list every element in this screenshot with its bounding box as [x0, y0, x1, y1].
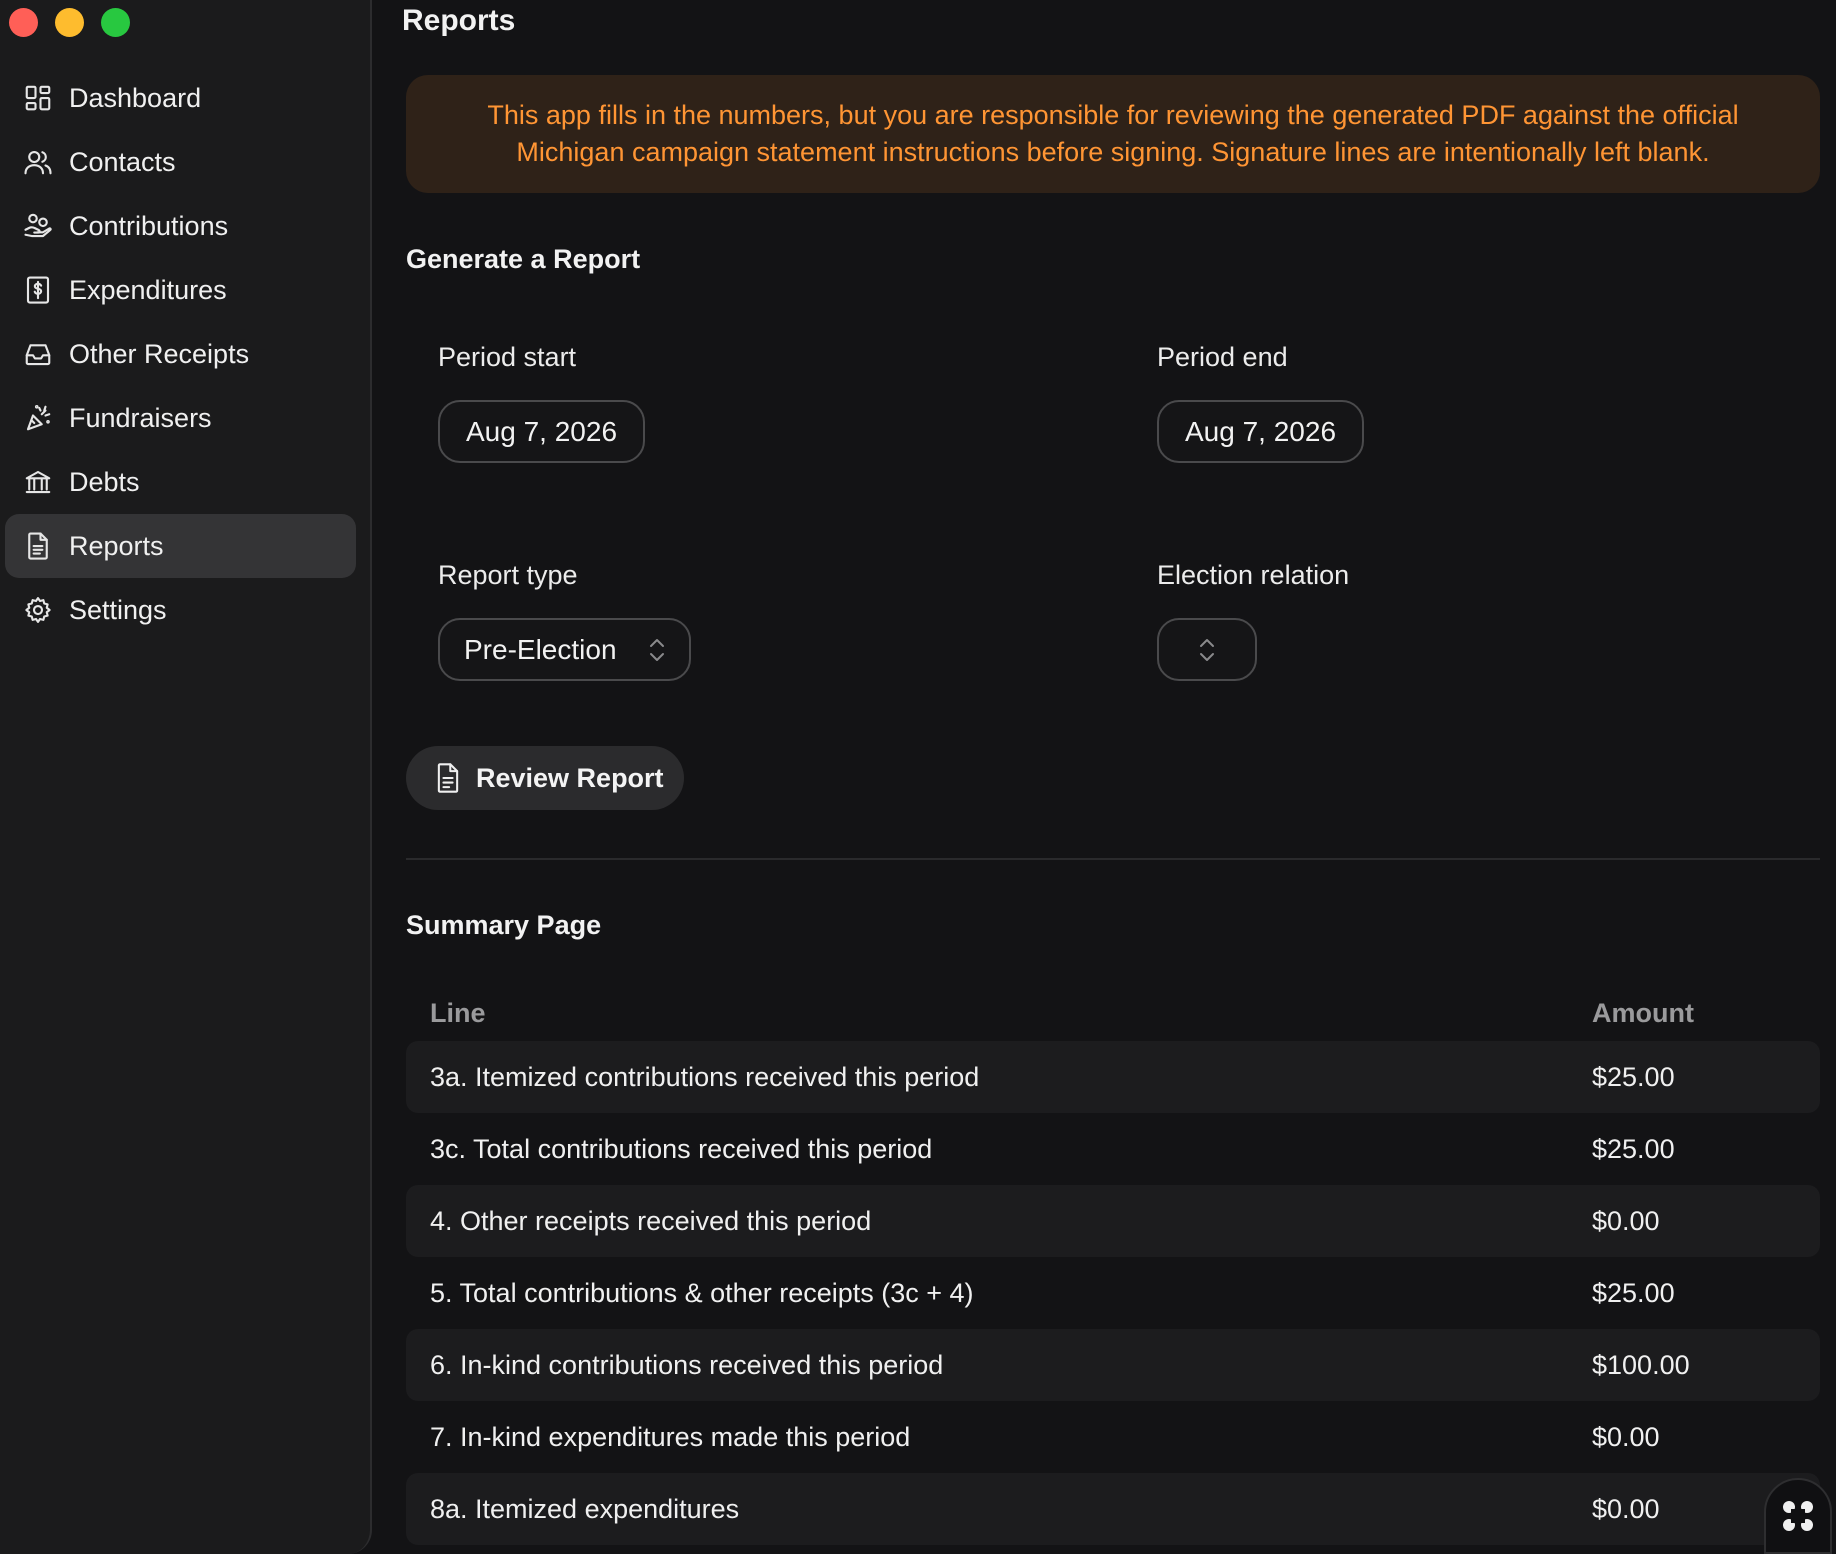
- generate-report-title: Generate a Report: [406, 244, 641, 274]
- sidebar-item-label: Contributions: [69, 210, 229, 241]
- sidebar-item-label: Debts: [69, 466, 140, 497]
- column-header-amount: Amount: [1592, 997, 1694, 1028]
- row-amount: $0.00: [1592, 1493, 1660, 1524]
- hand-coins-icon: [21, 209, 55, 243]
- sidebar-item-debts[interactable]: Debts: [5, 450, 356, 514]
- minimize-window-button[interactable]: [55, 8, 84, 37]
- table-row: 3a. Itemized contributions received this…: [406, 1041, 1820, 1113]
- row-amount: $0.00: [1592, 1421, 1660, 1452]
- election-relation-label: Election relation: [1157, 560, 1350, 590]
- row-line: 7. In-kind expenditures made this period: [430, 1421, 911, 1452]
- dashboard-grid-icon: [21, 81, 55, 115]
- sidebar-item-label: Dashboard: [69, 82, 202, 113]
- table-row: 4. Other receipts received this period $…: [406, 1185, 1820, 1257]
- period-end-label: Period end: [1157, 342, 1288, 372]
- period-start-date-picker[interactable]: Aug 7, 2026: [438, 400, 646, 463]
- row-amount: $0.00: [1592, 1205, 1660, 1236]
- column-header-line: Line: [430, 997, 486, 1028]
- sidebar-item-contributions[interactable]: Contributions: [5, 194, 356, 258]
- warning-banner: This app fills in the numbers, but you a…: [406, 75, 1820, 193]
- receipt-dollar-icon: [21, 273, 55, 307]
- sidebar-item-settings[interactable]: Settings: [5, 578, 356, 642]
- sidebar-nav: Dashboard Contacts Contributions Expendi…: [5, 66, 356, 642]
- report-type-value: Pre-Election: [464, 633, 617, 665]
- close-window-button[interactable]: [9, 8, 38, 37]
- app-window: Dashboard Contacts Contributions Expendi…: [0, 0, 1836, 1554]
- summary-table: Line Amount 3a. Itemized contributions r…: [406, 985, 1820, 1545]
- review-report-button[interactable]: Review Report: [406, 746, 684, 810]
- party-popper-icon: [21, 401, 55, 435]
- sidebar-item-label: Fundraisers: [69, 402, 212, 433]
- main-content: Reports This app fills in the numbers, b…: [372, 0, 1836, 1554]
- sidebar-item-label: Reports: [69, 530, 164, 561]
- floating-action-button[interactable]: [1764, 1478, 1832, 1554]
- maximize-window-button[interactable]: [101, 8, 130, 37]
- table-header: Line Amount: [406, 985, 1820, 1041]
- table-row: 3c. Total contributions received this pe…: [406, 1113, 1820, 1185]
- sidebar-item-label: Expenditures: [69, 274, 227, 305]
- bank-icon: [21, 465, 55, 499]
- chevron-up-down-icon: [647, 635, 667, 665]
- review-report-label: Review Report: [476, 762, 664, 793]
- row-amount: $25.00: [1592, 1277, 1675, 1308]
- sidebar-item-label: Settings: [69, 594, 167, 625]
- chevron-up-down-icon: [1197, 635, 1217, 665]
- sidebar-item-other-receipts[interactable]: Other Receipts: [5, 322, 356, 386]
- table-row: 7. In-kind expenditures made this period…: [406, 1401, 1820, 1473]
- row-line: 4. Other receipts received this period: [430, 1205, 872, 1236]
- table-row: 5. Total contributions & other receipts …: [406, 1257, 1820, 1329]
- sidebar-item-expenditures[interactable]: Expenditures: [5, 258, 356, 322]
- election-relation-select[interactable]: [1157, 618, 1257, 681]
- section-divider: [406, 858, 1820, 860]
- report-type-label: Report type: [438, 560, 578, 590]
- sidebar: Dashboard Contacts Contributions Expendi…: [0, 0, 372, 1554]
- period-start-label: Period start: [438, 342, 577, 372]
- document-icon: [437, 763, 459, 793]
- row-amount: $25.00: [1592, 1133, 1675, 1164]
- page-title: Reports: [402, 4, 516, 37]
- document-icon: [21, 529, 55, 563]
- report-type-select[interactable]: Pre-Election: [438, 618, 691, 681]
- row-line: 6. In-kind contributions received this p…: [430, 1349, 944, 1380]
- sidebar-item-label: Contacts: [69, 146, 176, 177]
- summary-page-title: Summary Page: [406, 910, 602, 940]
- period-end-date-picker[interactable]: Aug 7, 2026: [1157, 400, 1365, 463]
- row-line: 5. Total contributions & other receipts …: [430, 1277, 974, 1308]
- warning-banner-text: This app fills in the numbers, but you a…: [487, 100, 1739, 167]
- row-line: 8a. Itemized expenditures: [430, 1493, 740, 1524]
- people-icon: [21, 145, 55, 179]
- window-controls: [9, 8, 130, 37]
- table-row: 8a. Itemized expenditures $0.00: [406, 1473, 1820, 1545]
- sidebar-item-dashboard[interactable]: Dashboard: [5, 66, 356, 130]
- inbox-tray-icon: [21, 337, 55, 371]
- table-row: 6. In-kind contributions received this p…: [406, 1329, 1820, 1401]
- sidebar-item-reports[interactable]: Reports: [5, 514, 356, 578]
- row-line: 3a. Itemized contributions received this…: [430, 1061, 980, 1092]
- row-amount: $25.00: [1592, 1061, 1675, 1092]
- sidebar-item-contacts[interactable]: Contacts: [5, 130, 356, 194]
- command-icon: [1783, 1501, 1813, 1531]
- sidebar-item-label: Other Receipts: [69, 338, 250, 369]
- row-amount: $100.00: [1592, 1349, 1690, 1380]
- row-line: 3c. Total contributions received this pe…: [430, 1133, 933, 1164]
- sidebar-item-fundraisers[interactable]: Fundraisers: [5, 386, 356, 450]
- gear-icon: [21, 593, 55, 627]
